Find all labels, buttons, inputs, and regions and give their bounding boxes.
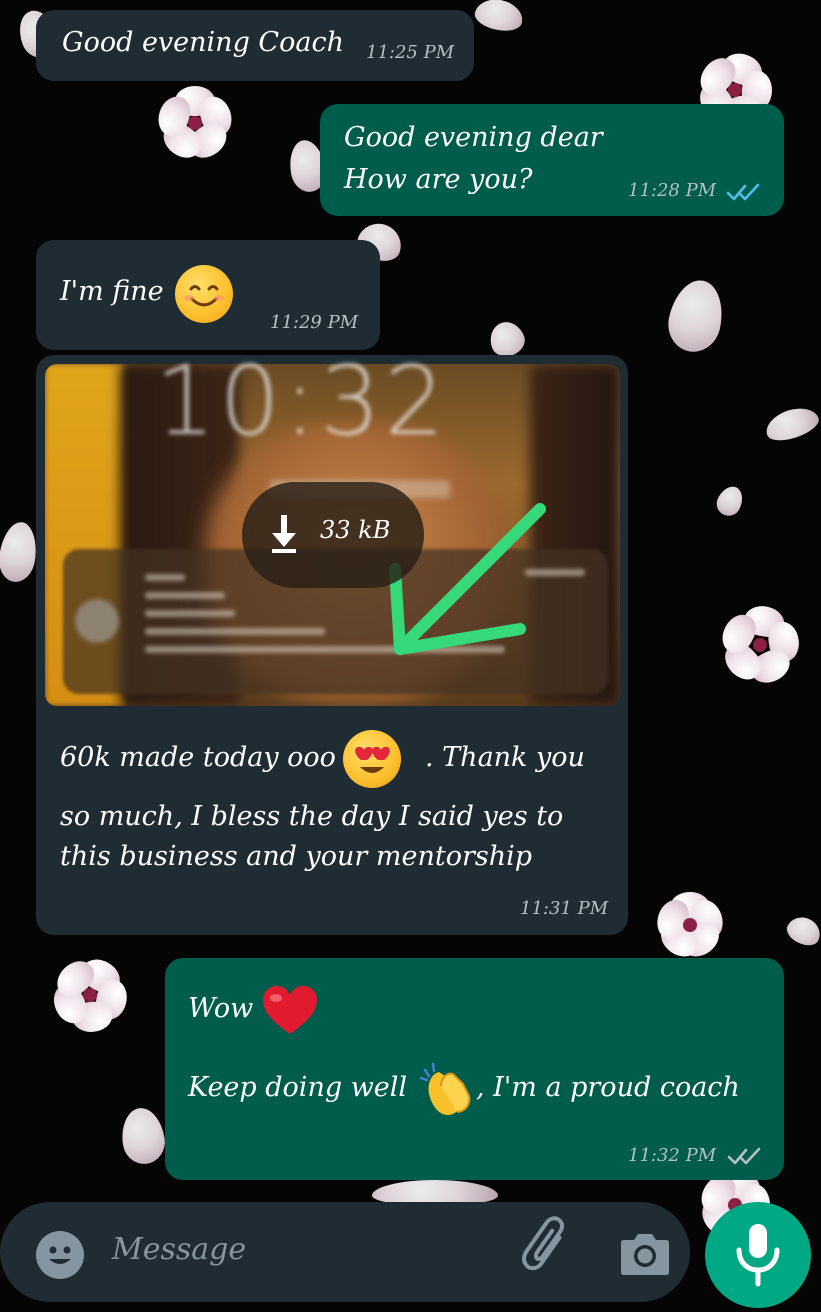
download-arrow-icon: [272, 515, 296, 553]
wallpaper-petal: [783, 912, 821, 950]
message-caption-line-3: this business and your mentorship: [60, 841, 533, 872]
image-clock-text: 10:32: [155, 347, 449, 457]
message-text: I'm fine: [60, 276, 164, 307]
wallpaper-flower: [645, 880, 728, 964]
message-text-line-2: How are you?: [344, 164, 533, 195]
wallpaper-petal: [712, 482, 748, 520]
clapping-hands-emoji: [419, 1062, 471, 1116]
message-composer: [0, 1202, 690, 1302]
wallpaper-petal: [0, 519, 41, 585]
heart-eyes-emoji: [343, 730, 401, 788]
message-time: 11:32 PM: [628, 1145, 717, 1166]
wallpaper-petal: [761, 402, 821, 446]
smiling-face-emoji: [175, 265, 233, 323]
message-text-line-1: Good evening dear: [344, 122, 603, 153]
red-heart-emoji: [263, 986, 317, 1034]
wallpaper-petal: [663, 275, 729, 357]
message-bubble-incoming[interactable]: I'm fine 11:29 PM: [36, 240, 380, 350]
message-input[interactable]: Message: [112, 1232, 246, 1267]
message-time: 11:29 PM: [270, 312, 359, 333]
message-text-line-2b: , I'm a proud coach: [476, 1072, 740, 1103]
message-bubble-incoming[interactable]: Good evening Coach 11:25 PM: [36, 10, 474, 81]
message-caption-line-2: so much, I bless the day I said yes to: [60, 801, 564, 832]
wallpaper-flower: [715, 600, 821, 710]
mic-button[interactable]: [705, 1202, 811, 1308]
wallpaper-flower: [150, 78, 270, 198]
message-time: 11:25 PM: [366, 42, 455, 63]
message-time: 11:28 PM: [628, 180, 717, 201]
wallpaper-petal: [472, 0, 526, 35]
message-caption-line-1b: . Thank you: [425, 742, 585, 773]
emoji-icon[interactable]: [36, 1231, 84, 1279]
message-caption-line-1a: 60k made today ooo: [60, 742, 336, 773]
message-text: Good evening Coach: [62, 27, 344, 58]
message-bubble-outgoing[interactable]: Good evening dear How are you? 11:28 PM: [320, 104, 784, 216]
attach-icon[interactable]: [516, 1202, 576, 1280]
message-text-line-2a: Keep doing well: [188, 1072, 408, 1103]
mic-icon: [736, 1224, 780, 1287]
wallpaper-flower: [45, 950, 145, 1050]
message-time: 11:31 PM: [520, 898, 609, 919]
download-size-label: 33 kB: [320, 516, 391, 544]
message-text-line-1: Wow: [188, 993, 254, 1024]
double-check-delivered-icon: [727, 1147, 761, 1165]
double-check-read-icon: [726, 183, 760, 201]
message-bubble-outgoing[interactable]: Wow Keep doing well , I'm a proud coach …: [165, 958, 784, 1180]
camera-icon[interactable]: [620, 1226, 670, 1280]
wallpaper-petal: [118, 1105, 168, 1167]
